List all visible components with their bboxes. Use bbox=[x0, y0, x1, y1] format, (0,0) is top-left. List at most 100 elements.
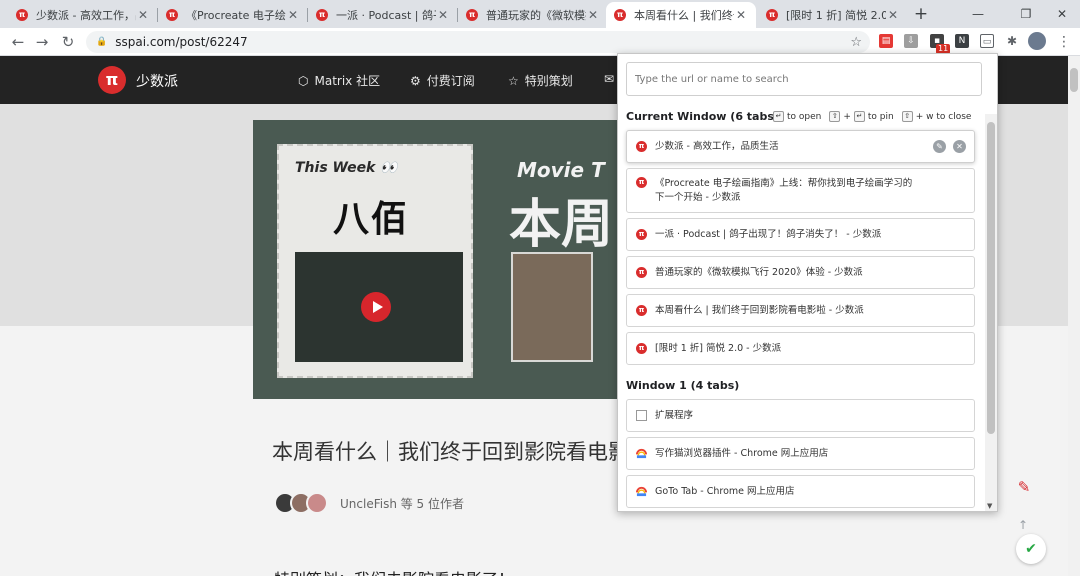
sspai-favicon-icon: π bbox=[614, 9, 626, 21]
close-tab-icon[interactable]: ✕ bbox=[286, 8, 300, 22]
play-icon[interactable] bbox=[361, 292, 391, 322]
url-text: sspai.com/post/62247 bbox=[115, 35, 248, 49]
mail-icon: ✉ bbox=[604, 72, 615, 86]
poster-card: This Week 👀 八佰 bbox=[277, 144, 473, 378]
sspai-favicon-icon: π bbox=[636, 141, 647, 152]
tab-list-item[interactable]: π 普通玩家的《微软模拟飞行 2020》体验 - 少数派 bbox=[626, 256, 975, 289]
author-row[interactable]: UncleFish 等 5 位作者 bbox=[274, 492, 464, 514]
movie-title-text: 八佰 bbox=[333, 199, 410, 240]
tab-switcher-popup: Current Window (6 tabs) ↵ to open ⇧+ ↵ t… bbox=[617, 53, 998, 512]
sspai-favicon-icon: π bbox=[636, 177, 647, 188]
browser-tab[interactable]: π 《Procreate 电子绘画指南》上线 ✕ bbox=[158, 2, 308, 28]
enter-key-icon: ↵ bbox=[773, 111, 784, 122]
bookmark-star-icon[interactable]: ☆ bbox=[850, 35, 862, 50]
scroll-top-icon[interactable]: ↑ bbox=[1018, 518, 1028, 532]
tab-list-title: 少数派 - 高效工作，品质生活 bbox=[655, 140, 779, 152]
shift-key-icon: ⇧ bbox=[829, 111, 841, 122]
close-tab-icon[interactable]: ✕ bbox=[436, 8, 450, 22]
tab-list-item[interactable]: GoTo Tab - Chrome 网上应用店 bbox=[626, 475, 975, 508]
article-banner-image: This Week 👀 八佰 Movie T 本周 bbox=[253, 120, 653, 399]
sspai-favicon-icon: π bbox=[466, 9, 478, 21]
nav-special[interactable]: ☆ 特别策划 bbox=[508, 72, 573, 89]
sspai-favicon-icon: π bbox=[766, 9, 778, 21]
tab-title: 一派 · Podcast | 鸽子出现了！鸽子消失了！ bbox=[336, 9, 436, 22]
tab-title: [限时 1 折] 简悦 2.0 - 少数派 bbox=[786, 9, 886, 22]
shield-check-icon[interactable]: ✔ bbox=[1016, 534, 1046, 564]
sspai-favicon-icon: π bbox=[636, 343, 647, 354]
edit-pencil-icon[interactable]: ✎ bbox=[1014, 478, 1034, 498]
cube-icon: ⬡ bbox=[298, 73, 309, 88]
pin-icon[interactable]: ✎ bbox=[933, 140, 946, 153]
browser-tab[interactable]: π 一派 · Podcast | 鸽子出现了！鸽子消失了！ ✕ bbox=[308, 2, 458, 28]
hint-pin: to pin bbox=[867, 111, 894, 122]
close-tab-icon[interactable]: ✕ bbox=[886, 8, 900, 22]
extension-icon[interactable]: N bbox=[955, 34, 969, 48]
tab-title: 少数派 - 高效工作，品质生活 bbox=[36, 9, 136, 22]
reload-icon[interactable]: ↻ bbox=[58, 32, 78, 52]
goto-tab-extension-icon[interactable]: ▭ bbox=[980, 34, 994, 48]
minimize-icon[interactable]: — bbox=[968, 4, 988, 24]
next-section-title: 特别策划：我们去影院看电影了！ bbox=[274, 566, 614, 576]
tab-list-title: 扩展程序 bbox=[655, 409, 694, 421]
profile-avatar[interactable] bbox=[1028, 32, 1046, 50]
sspai-favicon-icon: π bbox=[636, 229, 647, 240]
tab-list-title: 普通玩家的《微软模拟飞行 2020》体验 - 少数派 bbox=[655, 266, 863, 278]
address-bar[interactable]: 🔒 sspai.com/post/62247 ☆ bbox=[86, 31, 870, 53]
download-extension-icon[interactable]: ⇩ bbox=[904, 34, 918, 48]
scrollbar-thumb[interactable] bbox=[987, 122, 995, 434]
enter-key-icon: ↵ bbox=[853, 111, 865, 122]
tab-list-item[interactable]: 写作猫浏览器插件 - Chrome 网上应用店 bbox=[626, 437, 975, 470]
tab-list-item[interactable]: 扩展程序 bbox=[626, 399, 975, 432]
nav-label: 特别策划 bbox=[524, 74, 573, 88]
movie-heading-text: Movie T bbox=[517, 158, 605, 182]
sspai-logo-icon[interactable]: π bbox=[98, 66, 126, 94]
extensions-puzzle-icon[interactable]: ✱ bbox=[1005, 34, 1019, 48]
sspai-favicon-icon: π bbox=[636, 267, 647, 278]
sspai-favicon-icon: π bbox=[316, 9, 328, 21]
browser-tab[interactable]: π [限时 1 折] 简悦 2.0 - 少数派 ✕ bbox=[758, 2, 908, 28]
sspai-favicon-icon: π bbox=[636, 305, 647, 316]
site-name[interactable]: 少数派 bbox=[136, 71, 178, 91]
shift-key-icon: ⇧ bbox=[901, 111, 913, 122]
movie-still-image bbox=[511, 252, 593, 362]
tab-list-item[interactable]: π 一派 · Podcast | 鸽子出现了！鸽子消失了！ - 少数派 bbox=[626, 218, 975, 251]
scrollbar-thumb[interactable] bbox=[1070, 68, 1078, 92]
nav-subscription[interactable]: ⚙ 付费订阅 bbox=[410, 72, 475, 89]
tab-list-item[interactable]: π 少数派 - 高效工作，品质生活 ✎ ✕ bbox=[626, 130, 975, 163]
close-icon[interactable]: ✕ bbox=[953, 140, 966, 153]
close-tab-icon[interactable]: ✕ bbox=[136, 8, 150, 22]
browser-tab-active[interactable]: π 本周看什么 | 我们终于回到影院看电影啦 ✕ bbox=[606, 2, 756, 28]
sspai-favicon-icon: π bbox=[166, 9, 178, 21]
restore-icon[interactable]: ❐ bbox=[1016, 4, 1036, 24]
close-tab-icon[interactable]: ✕ bbox=[734, 8, 748, 22]
close-tab-icon[interactable]: ✕ bbox=[586, 8, 600, 22]
new-tab-button[interactable]: + bbox=[911, 4, 931, 24]
nav-label: 付费订阅 bbox=[426, 74, 475, 88]
forward-arrow-icon[interactable]: → bbox=[32, 32, 52, 52]
sspai-favicon-icon: π bbox=[16, 9, 28, 21]
menu-kebab-icon[interactable]: ⋮ bbox=[1056, 32, 1072, 52]
gear-badge-icon: ⚙ bbox=[410, 73, 421, 88]
tab-search-input[interactable] bbox=[626, 62, 982, 96]
tab-title: 本周看什么 | 我们终于回到影院看电影啦 bbox=[634, 9, 734, 22]
window-1-heading: Window 1 (4 tabs) bbox=[626, 379, 740, 392]
tab-list-title: 一派 · Podcast | 鸽子出现了！鸽子消失了！ - 少数派 bbox=[655, 228, 882, 240]
chrome-web-store-icon bbox=[636, 486, 647, 497]
browser-tab[interactable]: π 普通玩家的《微软模拟飞行 2020》体验 ✕ bbox=[458, 2, 608, 28]
tab-list-title: 《Procreate 电子绘画指南》上线：帮你找到电子绘画学习的下一个开始 - … bbox=[655, 178, 913, 203]
tab-list-item[interactable]: π [限时 1 折] 简悦 2.0 - 少数派 bbox=[626, 332, 975, 365]
page-scrollbar[interactable] bbox=[1068, 56, 1080, 576]
keyboard-hints: ↵ to open ⇧ + ↵ to pin ⇧ + w to close bbox=[770, 111, 971, 122]
hint-close: + w to close bbox=[915, 111, 972, 122]
extensions-page-icon bbox=[636, 410, 647, 421]
extension-icon[interactable]: ▤ bbox=[879, 34, 893, 48]
browser-tab[interactable]: π 少数派 - 高效工作，品质生活 ✕ bbox=[8, 2, 158, 28]
popup-scrollbar[interactable]: ▼ bbox=[985, 114, 997, 511]
scroll-down-arrow-icon[interactable]: ▼ bbox=[987, 502, 992, 510]
movie-still-image bbox=[295, 252, 463, 362]
tab-list-item[interactable]: π 本周看什么 | 我们终于回到影院看电影啦 - 少数派 bbox=[626, 294, 975, 327]
close-window-icon[interactable]: ✕ bbox=[1052, 4, 1072, 24]
back-arrow-icon[interactable]: ← bbox=[8, 32, 28, 52]
nav-matrix[interactable]: ⬡ Matrix 社区 bbox=[298, 72, 380, 89]
tab-list-item[interactable]: π 《Procreate 电子绘画指南》上线：帮你找到电子绘画学习的下一个开始 … bbox=[626, 168, 975, 213]
